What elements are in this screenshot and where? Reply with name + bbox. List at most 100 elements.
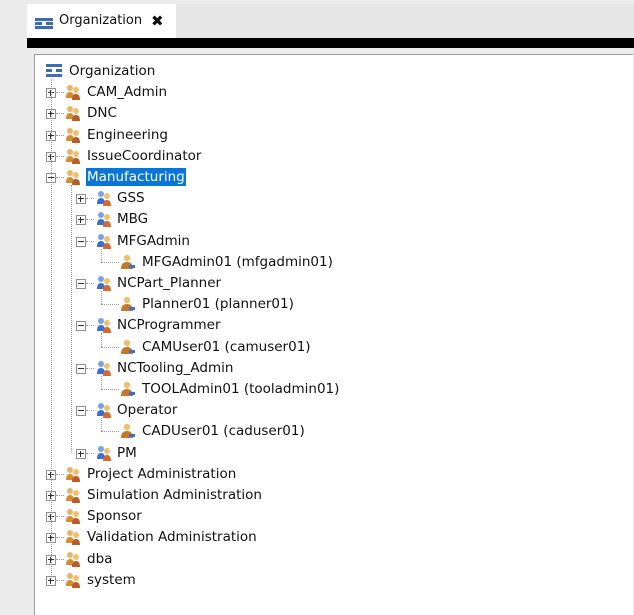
role-icon — [96, 360, 112, 376]
role-icon — [96, 275, 112, 291]
tree-node-label: MFGAdmin01 (mfgadmin01) — [142, 253, 333, 270]
tree-node-label: DNC — [87, 105, 117, 122]
tree-root-organization[interactable]: Organization — [35, 61, 625, 82]
tree-node-label: PM — [117, 444, 137, 461]
tree-node-group[interactable]: dba — [35, 549, 625, 570]
tree-connector — [56, 155, 64, 157]
tree-node-group[interactable]: Engineering — [35, 125, 625, 146]
tree-node-label: MFGAdmin — [117, 232, 190, 249]
tree-connector — [56, 516, 64, 518]
group-icon — [65, 529, 81, 546]
organization-icon — [46, 63, 62, 79]
group-icon — [65, 466, 81, 482]
tree-connector — [56, 92, 64, 94]
tree-node-group[interactable]: Manufacturing — [35, 167, 625, 188]
tab-strip: Organization ✖ — [27, 4, 634, 38]
tree-node-group[interactable]: system — [35, 570, 625, 591]
organization-tree[interactable]: Organization CAM_Admin DNC Engineering Issue… — [34, 54, 633, 615]
expand-icon[interactable] — [46, 575, 56, 586]
group-icon — [65, 508, 81, 525]
tree-connector — [101, 431, 119, 433]
tree-node-label: Organization — [69, 63, 156, 79]
close-icon[interactable]: ✖ — [151, 12, 164, 30]
group-icon — [65, 487, 81, 503]
tree-connector — [86, 219, 94, 221]
tree-connector — [101, 248, 102, 262]
tree-connector — [86, 283, 94, 284]
tree-connector — [101, 304, 119, 306]
tree-node-group[interactable]: Project Administration — [35, 464, 625, 485]
tree-connector — [56, 177, 64, 178]
collapse-icon[interactable] — [76, 279, 86, 289]
tree-node-role[interactable]: MFGAdmin — [35, 231, 625, 252]
tree-connector — [101, 375, 102, 389]
tree-connector — [86, 367, 94, 369]
tree-node-user[interactable]: TOOLAdmin01 (tooladmin01) — [35, 379, 625, 400]
user-icon — [120, 423, 136, 439]
tree-connector — [86, 325, 94, 327]
tree-node-group[interactable]: Validation Administration — [35, 527, 625, 548]
user-icon — [120, 296, 136, 312]
tree-connector — [56, 495, 64, 496]
tree-node-label: TOOLAdmin01 (tooladmin01) — [142, 381, 340, 397]
tree-node-label: Manufacturing — [86, 168, 186, 186]
tree-node-user[interactable]: MFGAdmin01 (mfgadmin01) — [35, 252, 625, 273]
tree-node-label: GSS — [117, 190, 145, 207]
tree-node-label: Project Administration — [87, 465, 237, 482]
tree-connector — [101, 291, 102, 305]
tree-connector — [101, 346, 119, 348]
expand-icon[interactable] — [76, 448, 86, 459]
group-icon — [65, 105, 81, 122]
tree-node-role[interactable]: MBG — [35, 209, 625, 230]
tree-node-group[interactable]: Sponsor — [35, 506, 625, 527]
role-icon — [96, 445, 112, 461]
role-icon — [96, 211, 112, 228]
tree-connector — [86, 410, 94, 412]
role-icon — [96, 317, 112, 334]
collapse-icon[interactable] — [76, 363, 86, 374]
tree-node-role[interactable]: NCPart_Planner — [35, 273, 625, 294]
group-icon — [65, 551, 81, 567]
tree-connector — [51, 79, 52, 575]
tree-node-label: NCTooling_Admin — [117, 359, 234, 376]
tree-connector — [86, 198, 94, 200]
tree-node-label: NCProgrammer — [117, 317, 221, 334]
expand-icon[interactable] — [76, 194, 86, 205]
tree-node-group[interactable]: IssueCoordinator — [35, 146, 625, 167]
tree-node-role[interactable]: GSS — [35, 188, 625, 209]
tree-node-group[interactable]: DNC — [35, 103, 625, 124]
tree-node-label: IssueCoordinator — [87, 147, 202, 164]
group-icon — [65, 148, 81, 164]
tab-organization[interactable]: Organization ✖ — [27, 4, 176, 38]
tree-node-group[interactable]: CAM_Admin — [35, 82, 625, 103]
group-icon — [65, 84, 81, 101]
tree-node-label: CADUser01 (caduser01) — [142, 423, 305, 440]
collapse-icon[interactable] — [76, 406, 86, 417]
tree-connector — [56, 134, 64, 136]
tree-node-user[interactable]: Planner01 (planner01) — [35, 294, 625, 315]
role-icon — [96, 190, 112, 207]
group-icon — [65, 169, 81, 185]
organization-panel: Organization CAM_Admin DNC Engineering Issue… — [27, 48, 634, 615]
collapse-icon[interactable] — [76, 321, 86, 332]
expand-icon[interactable] — [76, 215, 86, 226]
tree-connector — [71, 185, 72, 453]
user-icon — [120, 381, 136, 397]
tree-node-user[interactable]: CADUser01 (caduser01) — [35, 421, 625, 442]
tree-node-label: Planner01 (planner01) — [142, 296, 294, 313]
tree-connector — [86, 240, 94, 242]
tree-node-role[interactable]: Operator — [35, 400, 625, 421]
tree-connector — [86, 452, 94, 454]
tree-node-role[interactable]: PM — [35, 443, 625, 464]
user-icon — [120, 254, 136, 270]
collapse-icon[interactable] — [76, 236, 86, 247]
tab-label: Organization — [59, 13, 143, 28]
tree-node-role[interactable]: NCTooling_Admin — [35, 358, 625, 379]
tree-node-label: Operator — [117, 402, 178, 419]
tree-node-user[interactable]: CAMUser01 (camuser01) — [35, 337, 625, 358]
tree-node-label: Engineering — [87, 126, 168, 143]
tree-connector — [101, 333, 102, 347]
tree-node-role[interactable]: NCProgrammer — [35, 315, 625, 336]
group-icon — [65, 127, 81, 143]
tree-node-group[interactable]: Simulation Administration — [35, 485, 625, 506]
